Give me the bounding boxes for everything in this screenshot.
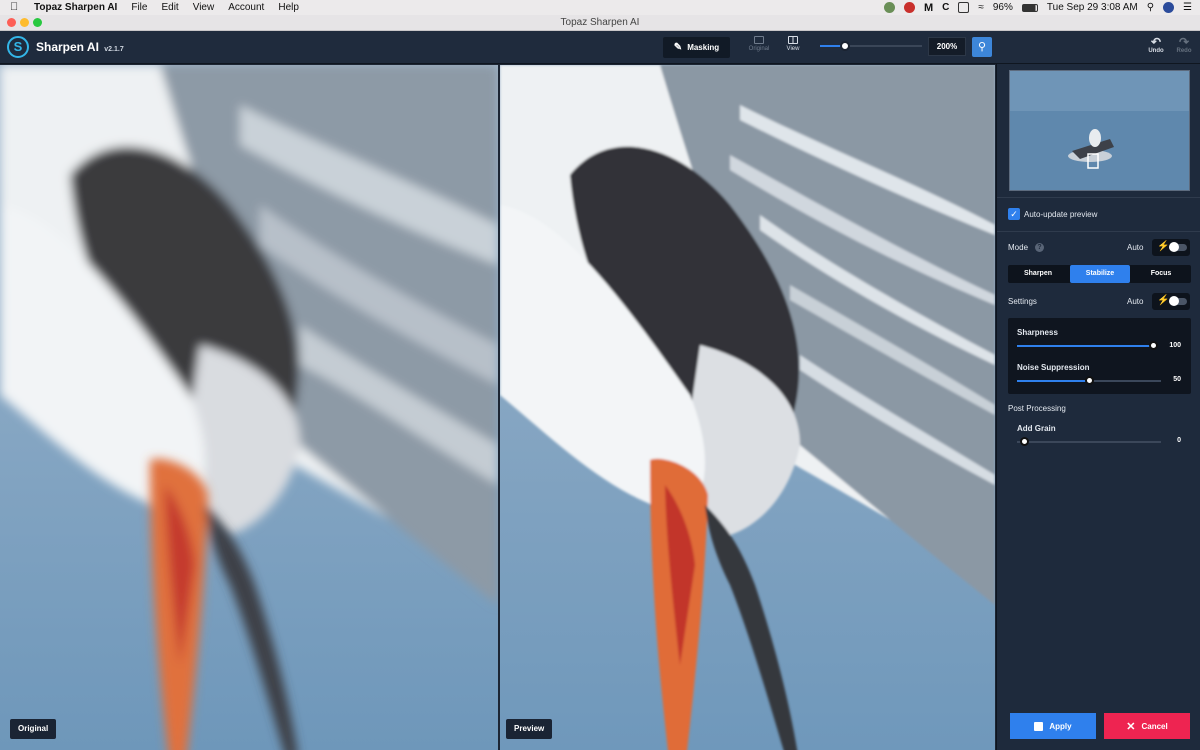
battery-text[interactable]: 96%: [993, 2, 1013, 13]
masking-button[interactable]: ✎ Masking: [663, 37, 730, 58]
mode-tabs: Sharpen Stabilize Focus: [1008, 265, 1191, 283]
preview-label: Preview: [506, 719, 553, 739]
battery-icon[interactable]: [1021, 3, 1038, 12]
menu-view[interactable]: View: [193, 0, 215, 15]
mode-label: Mode: [1008, 243, 1029, 252]
menu-help[interactable]: Help: [278, 0, 299, 15]
undo-icon: ↶: [1150, 35, 1162, 49]
masking-label: Masking: [687, 43, 720, 52]
tab-focus[interactable]: Focus: [1131, 265, 1191, 283]
apply-icon: [1034, 721, 1044, 731]
cancel-label: Cancel: [1141, 721, 1168, 731]
settings-label: Settings: [1008, 297, 1037, 306]
status-window-icon[interactable]: [958, 2, 970, 13]
menu-account[interactable]: Account: [228, 0, 264, 15]
navigator-image: [1010, 71, 1189, 190]
lightning-icon: ⚡: [1157, 241, 1170, 252]
app-version: v2.1.7: [104, 46, 124, 53]
original-label: Original: [10, 719, 57, 739]
close-icon: ✕: [1126, 720, 1136, 733]
grain-value[interactable]: 0: [1161, 437, 1181, 444]
tab-sharpen[interactable]: Sharpen: [1008, 265, 1068, 283]
app-toolbar: S Sharpen AI v2.1.7 ✎ Masking Original V…: [0, 31, 1200, 64]
grain-slider-handle[interactable]: [1020, 437, 1029, 446]
wifi-icon[interactable]: ≈: [978, 2, 984, 13]
sharpness-value[interactable]: 100: [1161, 342, 1181, 349]
mode-auto-toggle[interactable]: ⚡: [1152, 239, 1190, 256]
preview-bird-image: [500, 65, 995, 750]
redo-icon: ↷: [1178, 35, 1190, 49]
sharpness-slider-fill: [1017, 345, 1154, 347]
help-icon[interactable]: ?: [1035, 243, 1044, 252]
noise-slider-fill: [1017, 380, 1089, 382]
sharpness-label: Sharpness: [1017, 328, 1058, 337]
brush-icon: ✎: [673, 42, 683, 53]
separator: [997, 231, 1200, 232]
topaz-logo-icon: S: [7, 36, 29, 58]
status-area: M C ≈ 96% Tue Sep 29 3:08 AM ⚲ ☰: [883, 0, 1192, 15]
zoom-slider-handle[interactable]: [840, 41, 850, 51]
toggle-switch: [1169, 296, 1187, 306]
original-image-panel[interactable]: Original: [0, 65, 498, 750]
zoom-level-field[interactable]: 200%: [928, 37, 966, 56]
split-view-icon: [788, 36, 798, 44]
settings-auto-toggle[interactable]: ⚡: [1152, 293, 1190, 310]
status-app-icon[interactable]: [883, 2, 895, 13]
auto-update-label: Auto-update preview: [1024, 210, 1098, 219]
settings-sidebar: ✓ Auto-update preview Mode ? Auto ⚡ Shar…: [996, 64, 1200, 750]
zoom-search-icon[interactable]: ⚲: [972, 37, 992, 57]
apple-icon[interactable]: : [10, 0, 24, 15]
status-malwarebytes-icon[interactable]: M: [924, 2, 933, 14]
redo-button[interactable]: ↷ Redo: [1172, 36, 1196, 54]
add-grain-label: Add Grain: [1017, 424, 1056, 433]
original-bird-image: [0, 65, 498, 750]
window-title-bar: Topaz Sharpen AI: [0, 15, 1200, 31]
mode-auto-label: Auto: [1127, 243, 1144, 252]
spotlight-icon[interactable]: ⚲: [1147, 2, 1154, 13]
window-title: Topaz Sharpen AI: [560, 17, 640, 28]
menu-edit[interactable]: Edit: [161, 0, 178, 15]
menu-file[interactable]: File: [131, 0, 147, 15]
tab-stabilize[interactable]: Stabilize: [1070, 265, 1130, 283]
noise-slider-handle[interactable]: [1085, 376, 1094, 385]
settings-box: Sharpness 100 Noise Suppression 50: [1008, 318, 1191, 394]
noise-suppression-label: Noise Suppression: [1017, 363, 1090, 372]
app-title-text: Sharpen AI: [36, 40, 99, 54]
apply-label: Apply: [1049, 721, 1072, 731]
redo-label: Redo: [1176, 48, 1192, 54]
control-center-icon[interactable]: ☰: [1183, 2, 1192, 13]
settings-auto-label: Auto: [1127, 297, 1144, 306]
view-label: View: [786, 46, 800, 52]
separator: [997, 197, 1200, 198]
noise-value[interactable]: 50: [1161, 376, 1181, 383]
status-record-icon[interactable]: [903, 2, 915, 13]
menu-app-name[interactable]: Topaz Sharpen AI: [34, 0, 117, 15]
post-processing-label: Post Processing: [1008, 404, 1066, 413]
lightning-icon: ⚡: [1157, 295, 1170, 306]
navigator-thumbnail[interactable]: [1009, 70, 1190, 191]
preview-image-panel[interactable]: Preview: [500, 65, 995, 750]
sharpness-slider-handle[interactable]: [1149, 341, 1158, 350]
image-icon: [754, 36, 764, 44]
grain-slider-track[interactable]: [1017, 441, 1161, 443]
status-ccleaner-icon[interactable]: C: [942, 2, 949, 13]
cancel-button[interactable]: ✕ Cancel: [1104, 713, 1190, 739]
original-view-button[interactable]: Original: [744, 36, 774, 60]
apply-button[interactable]: Apply: [1010, 713, 1096, 739]
undo-button[interactable]: ↶ Undo: [1144, 36, 1168, 54]
undo-label: Undo: [1148, 48, 1164, 54]
toggle-switch: [1169, 242, 1187, 252]
clock-text[interactable]: Tue Sep 29 3:08 AM: [1047, 2, 1138, 13]
macos-menu-bar:  Topaz Sharpen AI File Edit View Accoun…: [0, 0, 1200, 15]
siri-icon[interactable]: [1163, 2, 1175, 13]
split-view-button[interactable]: View: [778, 36, 808, 60]
original-view-label: Original: [748, 46, 770, 52]
auto-update-checkbox[interactable]: ✓: [1008, 208, 1020, 220]
app-title: Sharpen AI v2.1.7: [36, 40, 124, 54]
